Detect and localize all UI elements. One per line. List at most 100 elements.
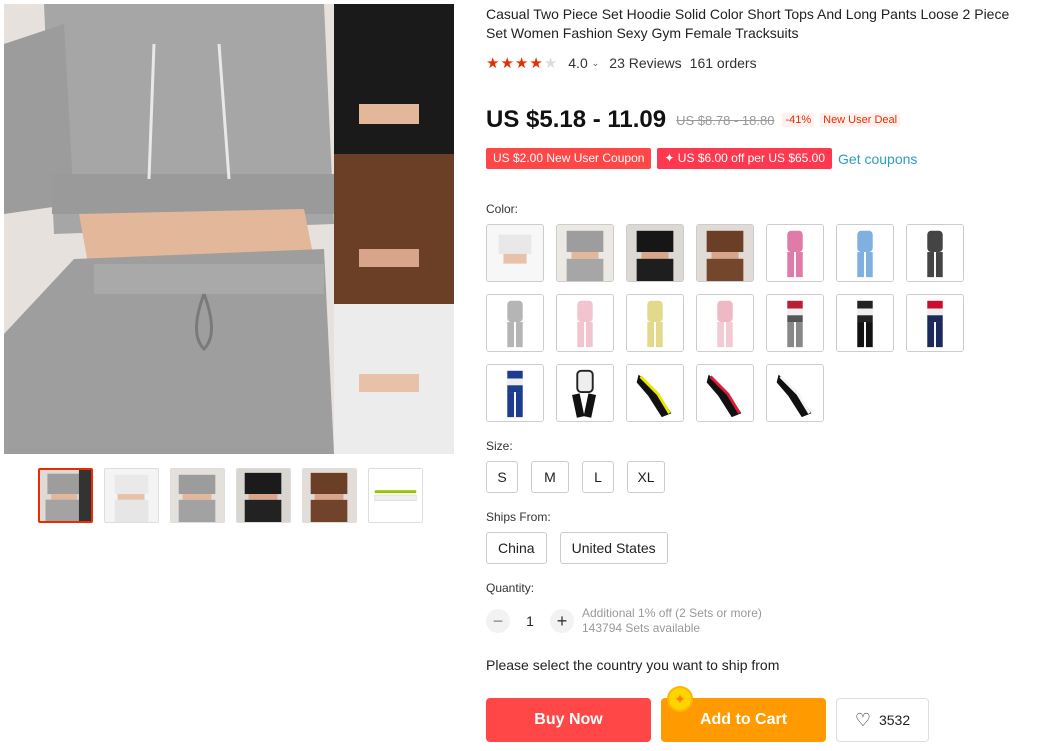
- discount-badge: -41%: [782, 113, 815, 127]
- store-coupon[interactable]: ✦ US $6.00 off per US $65.00: [657, 148, 833, 169]
- ships-from-options: China United States: [486, 532, 668, 564]
- get-coupons-link[interactable]: Get coupons: [838, 151, 917, 167]
- color-swatch-black-yellow-stripe-tracksuit[interactable]: [626, 364, 684, 422]
- chevron-down-icon[interactable]: ⌄: [592, 58, 600, 69]
- size-option-m[interactable]: M: [531, 461, 569, 493]
- add-to-cart-button[interactable]: ✦ Add to Cart: [661, 686, 826, 742]
- grey-hoodie-set-icon: [557, 225, 613, 281]
- main-product-image[interactable]: [4, 4, 454, 454]
- color-swatch-pink-tracksuit[interactable]: [766, 224, 824, 282]
- main-product-image-art: [4, 4, 454, 454]
- coin-badge-icon: ✦: [667, 686, 693, 712]
- color-swatch-brown-hoodie-set[interactable]: [696, 224, 754, 282]
- striped-grey-tracksuit-icon: [767, 295, 823, 351]
- thumbnail-1-art: [40, 470, 91, 521]
- thumbnail-4-art: [237, 469, 290, 522]
- bulk-discount-note: Additional 1% off (2 Sets or more): [582, 606, 762, 620]
- rating-value: 4.0: [568, 55, 588, 71]
- ships-from-united-states[interactable]: United States: [559, 532, 668, 564]
- quantity-increase-button[interactable]: +: [550, 609, 574, 633]
- quantity-decrease-button[interactable]: −: [486, 609, 510, 633]
- color-swatch-grey-tracksuit[interactable]: [486, 294, 544, 352]
- pink-tracksuit-icon: [767, 225, 823, 281]
- size-option-xl[interactable]: XL: [627, 461, 665, 493]
- thumbnail-2[interactable]: [104, 468, 159, 523]
- action-buttons: Buy Now ✦ Add to Cart ♡ 3532: [486, 686, 929, 742]
- orders-count: 161 orders: [689, 55, 757, 71]
- quantity-stepper: − 1 + Additional 1% off (2 Sets or more)…: [486, 606, 762, 636]
- black-yellow-stripe-tracksuit-icon: [627, 365, 683, 421]
- thumbnail-3-art: [171, 469, 224, 522]
- star-empty-icon: ★: [543, 55, 559, 72]
- color-swatch-light-pink-tracksuit[interactable]: [556, 294, 614, 352]
- ship-country-note: Please select the country you want to sh…: [486, 657, 780, 673]
- black-white-stripe-tracksuit-icon: [767, 365, 823, 421]
- color-swatch-striped-grey-tracksuit[interactable]: [766, 294, 824, 352]
- black-white-tracksuit-icon: [837, 295, 893, 351]
- color-swatch-black-hoodie-set[interactable]: [626, 224, 684, 282]
- black-white-patch-tracksuit-icon: [557, 365, 613, 421]
- thumbnail-5-art: [303, 469, 356, 522]
- new-user-coupon[interactable]: US $2.00 New User Coupon: [486, 148, 652, 169]
- color-swatch-pink-red-tracksuit[interactable]: [696, 294, 754, 352]
- blue-striped-tracksuit-icon: [487, 365, 543, 421]
- color-swatch-blue-tracksuit[interactable]: [836, 224, 894, 282]
- thumbnail-3[interactable]: [170, 468, 225, 523]
- thumbnail-4[interactable]: [236, 468, 291, 523]
- quantity-label: Quantity:: [486, 581, 535, 595]
- coupon-row: US $2.00 New User Coupon ✦ US $6.00 off …: [486, 148, 917, 169]
- grey-crop-hoodie-icon: [487, 225, 543, 281]
- size-option-l[interactable]: L: [582, 461, 614, 493]
- star-icon: ★: [500, 55, 515, 72]
- color-swatches: [486, 224, 976, 422]
- yellow-tracksuit-icon: [627, 295, 683, 351]
- size-option-s[interactable]: S: [486, 461, 518, 493]
- color-swatch-blue-striped-tracksuit[interactable]: [486, 364, 544, 422]
- rating-row: ★ ★ ★ ★ ★ 4.0 ⌄ 23 Reviews 161 orders: [486, 54, 757, 72]
- stock-available-note: 143794 Sets available: [582, 621, 701, 635]
- brown-hoodie-set-icon: [697, 225, 753, 281]
- original-price: US $8.78 - 18.80: [676, 112, 775, 128]
- current-price: US $5.18 - 11.09: [486, 106, 667, 133]
- thumbnail-strip: [38, 468, 423, 523]
- quantity-notes: Additional 1% off (2 Sets or more) 14379…: [582, 606, 762, 636]
- color-swatch-grey-hoodie-set[interactable]: [556, 224, 614, 282]
- color-swatch-grey-crop-hoodie[interactable]: [486, 224, 544, 282]
- star-icon: ★: [529, 55, 544, 72]
- heart-icon: ♡: [854, 709, 871, 730]
- size-options: S M L XL: [486, 461, 665, 493]
- ships-from-label: Ships From:: [486, 510, 551, 524]
- thumbnail-2-art: [105, 469, 158, 522]
- size-chart-thumbnail: [369, 469, 422, 522]
- add-to-cart-label: Add to Cart: [699, 711, 788, 728]
- quantity-input[interactable]: 1: [510, 613, 550, 629]
- reviews-link[interactable]: 23 Reviews: [609, 55, 681, 71]
- color-swatch-charcoal-tracksuit[interactable]: [906, 224, 964, 282]
- color-label: Color:: [486, 202, 519, 216]
- grey-tracksuit-icon: [487, 295, 543, 351]
- product-title: Casual Two Piece Set Hoodie Solid Color …: [486, 6, 1010, 41]
- thumbnail-1[interactable]: [38, 468, 93, 523]
- wishlist-button[interactable]: ♡ 3532: [836, 698, 929, 742]
- black-red-stripe-tracksuit-icon: [697, 365, 753, 421]
- new-user-deal-badge: New User Deal: [820, 113, 901, 127]
- color-swatch-yellow-tracksuit[interactable]: [626, 294, 684, 352]
- color-swatch-navy-red-tracksuit[interactable]: [906, 294, 964, 352]
- ships-from-china[interactable]: China: [486, 532, 547, 564]
- price-row: US $5.18 - 11.09 US $8.78 - 18.80 -41% N…: [486, 106, 901, 134]
- color-swatch-black-red-stripe-tracksuit[interactable]: [696, 364, 754, 422]
- wishlist-count: 3532: [878, 712, 911, 728]
- color-swatch-black-white-patch-tracksuit[interactable]: [556, 364, 614, 422]
- thumbnail-6[interactable]: [368, 468, 423, 523]
- thumbnail-5[interactable]: [302, 468, 357, 523]
- charcoal-tracksuit-icon: [907, 225, 963, 281]
- color-swatch-black-white-tracksuit[interactable]: [836, 294, 894, 352]
- navy-red-tracksuit-icon: [907, 295, 963, 351]
- pink-red-tracksuit-icon: [697, 295, 753, 351]
- size-label: Size:: [486, 439, 513, 453]
- color-swatch-black-white-stripe-tracksuit[interactable]: [766, 364, 824, 422]
- buy-now-button[interactable]: Buy Now: [486, 698, 651, 742]
- light-pink-tracksuit-icon: [557, 295, 613, 351]
- rating-stars[interactable]: ★ ★ ★ ★ ★: [486, 54, 558, 72]
- star-icon: ★: [514, 55, 530, 72]
